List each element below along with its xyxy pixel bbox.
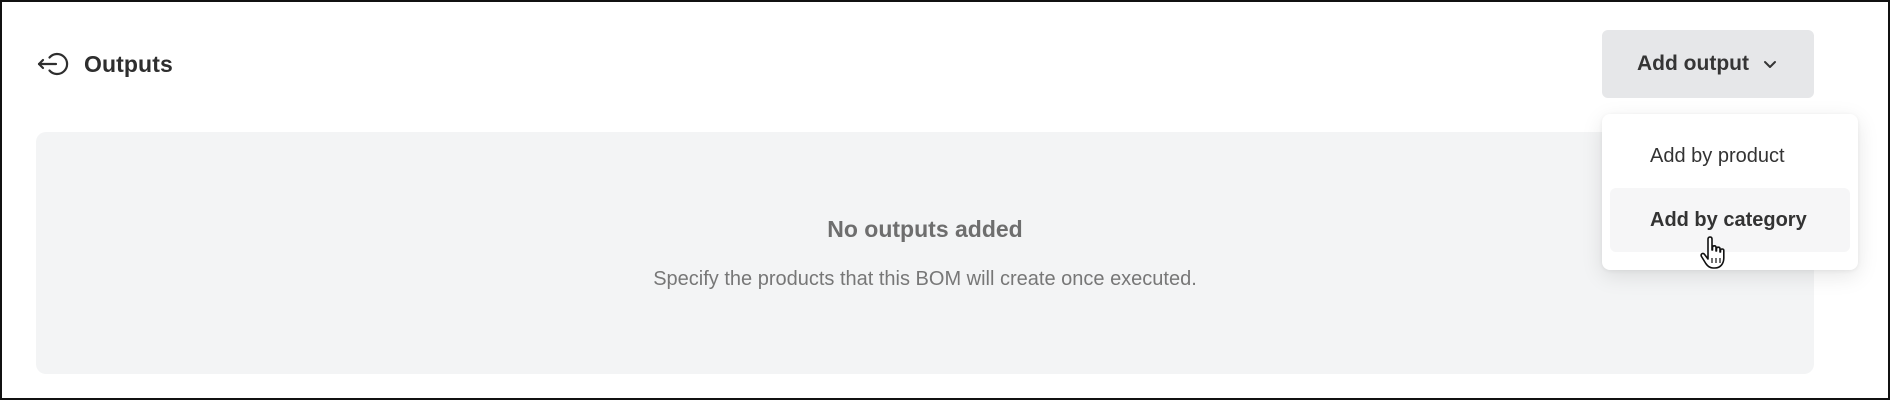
menu-item-add-by-product[interactable]: Add by product [1610, 124, 1850, 188]
add-output-button[interactable]: Add output [1602, 30, 1814, 98]
outputs-section: Outputs Add output No outputs added Spec… [0, 0, 1890, 400]
chevron-down-icon [1761, 55, 1779, 73]
menu-item-add-by-category[interactable]: Add by category [1610, 188, 1850, 252]
menu-item-label: Add by category [1650, 208, 1807, 231]
add-output-label: Add output [1637, 52, 1749, 75]
add-output-dropdown-menu: Add by product Add by category [1602, 114, 1858, 270]
section-header: Outputs [36, 48, 173, 80]
empty-state-description: Specify the products that this BOM will … [653, 268, 1197, 290]
empty-state-panel: No outputs added Specify the products th… [36, 132, 1814, 374]
menu-item-label: Add by product [1650, 144, 1785, 167]
output-arrow-icon [36, 48, 72, 80]
empty-state-title: No outputs added [827, 216, 1023, 242]
section-title: Outputs [84, 50, 173, 77]
